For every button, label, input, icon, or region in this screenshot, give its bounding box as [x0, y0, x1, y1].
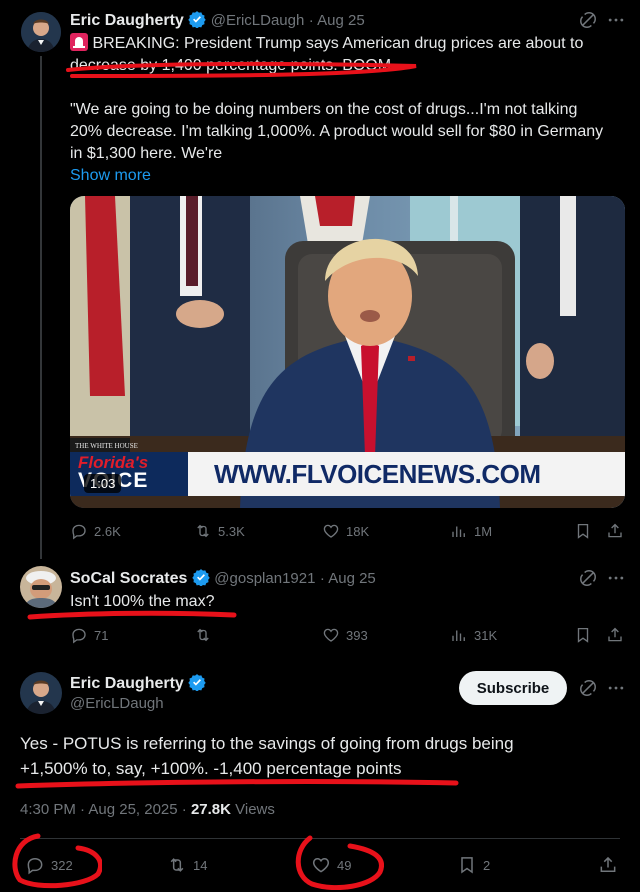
- verified-icon: [188, 673, 206, 691]
- reply-button[interactable]: 71: [70, 626, 108, 644]
- video-duration: 1:03: [84, 474, 122, 493]
- more-icon[interactable]: [606, 10, 626, 30]
- reply-icon: [25, 855, 45, 875]
- repost-button[interactable]: [194, 626, 218, 644]
- like-icon: [322, 522, 340, 540]
- video-player[interactable]: THE WHITE HOUSE Florida's VOICE WWW.FLVO…: [70, 196, 625, 508]
- like-icon: [322, 626, 340, 644]
- more-icon[interactable]: [606, 678, 626, 698]
- author-avatar[interactable]: [21, 12, 61, 52]
- tweet-meta: 4:30 PM · Aug 25, 2025 · 27.8K Views: [20, 801, 275, 818]
- divider: [20, 838, 620, 839]
- repost-button[interactable]: 14: [167, 855, 207, 875]
- author-handle[interactable]: @gosplan1921: [214, 570, 315, 587]
- repost-button[interactable]: 5.3K: [194, 522, 245, 540]
- bookmark-icon[interactable]: [574, 522, 592, 540]
- grok-icon[interactable]: [578, 568, 598, 588]
- tweet-header: Eric Daugherty: [70, 673, 206, 693]
- tweet-text-line2: +1,500% to, say, +100%. -1,400 percentag…: [20, 759, 402, 778]
- quote-line2: 20% decrease. I'm talking 1,000%. A prod…: [70, 123, 604, 140]
- tweet-text-line1: BREAKING: President Trump says American …: [92, 35, 584, 52]
- quote-line1: "We are going to be doing numbers on the…: [70, 101, 578, 118]
- views-count: 27.8K: [190, 801, 231, 818]
- repost-icon: [194, 626, 212, 644]
- author-name[interactable]: Eric Daugherty: [70, 12, 184, 29]
- timestamp[interactable]: 4:30 PM · Aug 25, 2025 ·: [20, 801, 191, 818]
- tweet-header: Eric Daugherty @EricLDaugh · Aug 25: [70, 10, 365, 29]
- tweet-body: Isn't 100% the max?: [70, 593, 215, 610]
- share-icon[interactable]: [598, 855, 618, 875]
- repost-icon: [167, 855, 187, 875]
- author-name[interactable]: Eric Daugherty: [70, 675, 184, 692]
- views-icon: [450, 522, 468, 540]
- share-icon[interactable]: [606, 522, 624, 540]
- bookmark-icon[interactable]: [574, 626, 592, 644]
- banner-url: WWW.FLVOICENEWS.COM: [214, 459, 541, 489]
- bookmark-icon: [457, 855, 477, 875]
- author-avatar[interactable]: [20, 672, 62, 714]
- views-button[interactable]: 1M: [450, 522, 492, 540]
- like-button[interactable]: 18K: [322, 522, 369, 540]
- author-handle[interactable]: @EricLDaugh: [70, 695, 164, 712]
- verified-icon: [188, 10, 206, 28]
- like-button[interactable]: 49: [311, 855, 351, 875]
- tweet-time[interactable]: Aug 25: [317, 12, 365, 29]
- news-banner: Florida's VOICE WWW.FLVOICENEWS.COM: [70, 452, 625, 496]
- repost-icon: [194, 522, 212, 540]
- tweet-body: BREAKING: President Trump says American …: [70, 33, 630, 187]
- reply-icon: [70, 522, 88, 540]
- tweet-text-line2: decrease by 1,400 percentage points. BOO…: [70, 57, 396, 74]
- grok-icon[interactable]: [578, 10, 598, 30]
- thread-line: [40, 56, 42, 559]
- subscribe-button[interactable]: Subscribe: [459, 671, 567, 705]
- tweet-time[interactable]: Aug 25: [328, 570, 376, 587]
- reply-icon: [70, 626, 88, 644]
- show-more-link[interactable]: Show more: [70, 165, 630, 187]
- grok-icon[interactable]: [578, 678, 598, 698]
- verified-icon: [192, 568, 210, 586]
- views-button[interactable]: 31K: [450, 626, 497, 644]
- siren-icon: [70, 33, 88, 51]
- tweet-body: Yes - POTUS is referring to the savings …: [20, 731, 514, 781]
- reply-button[interactable]: 2.6K: [70, 522, 121, 540]
- podium-text: THE WHITE HOUSE: [75, 442, 138, 450]
- quote-line3: in $1,300 here. We're: [70, 145, 223, 162]
- bookmark-button[interactable]: 2: [457, 855, 490, 875]
- more-icon[interactable]: [606, 568, 626, 588]
- tweet-header: SoCal Socrates @gosplan1921 · Aug 25: [70, 568, 376, 587]
- views-label: Views: [230, 801, 275, 818]
- share-icon[interactable]: [606, 626, 624, 644]
- like-button[interactable]: 393: [322, 626, 368, 644]
- reply-button[interactable]: 322: [25, 855, 73, 875]
- author-handle[interactable]: @EricLDaugh: [211, 12, 305, 29]
- tweet-text-line1: Yes - POTUS is referring to the savings …: [20, 734, 514, 753]
- author-avatar[interactable]: [20, 566, 62, 608]
- like-icon: [311, 855, 331, 875]
- author-name[interactable]: SoCal Socrates: [70, 570, 187, 587]
- views-icon: [450, 626, 468, 644]
